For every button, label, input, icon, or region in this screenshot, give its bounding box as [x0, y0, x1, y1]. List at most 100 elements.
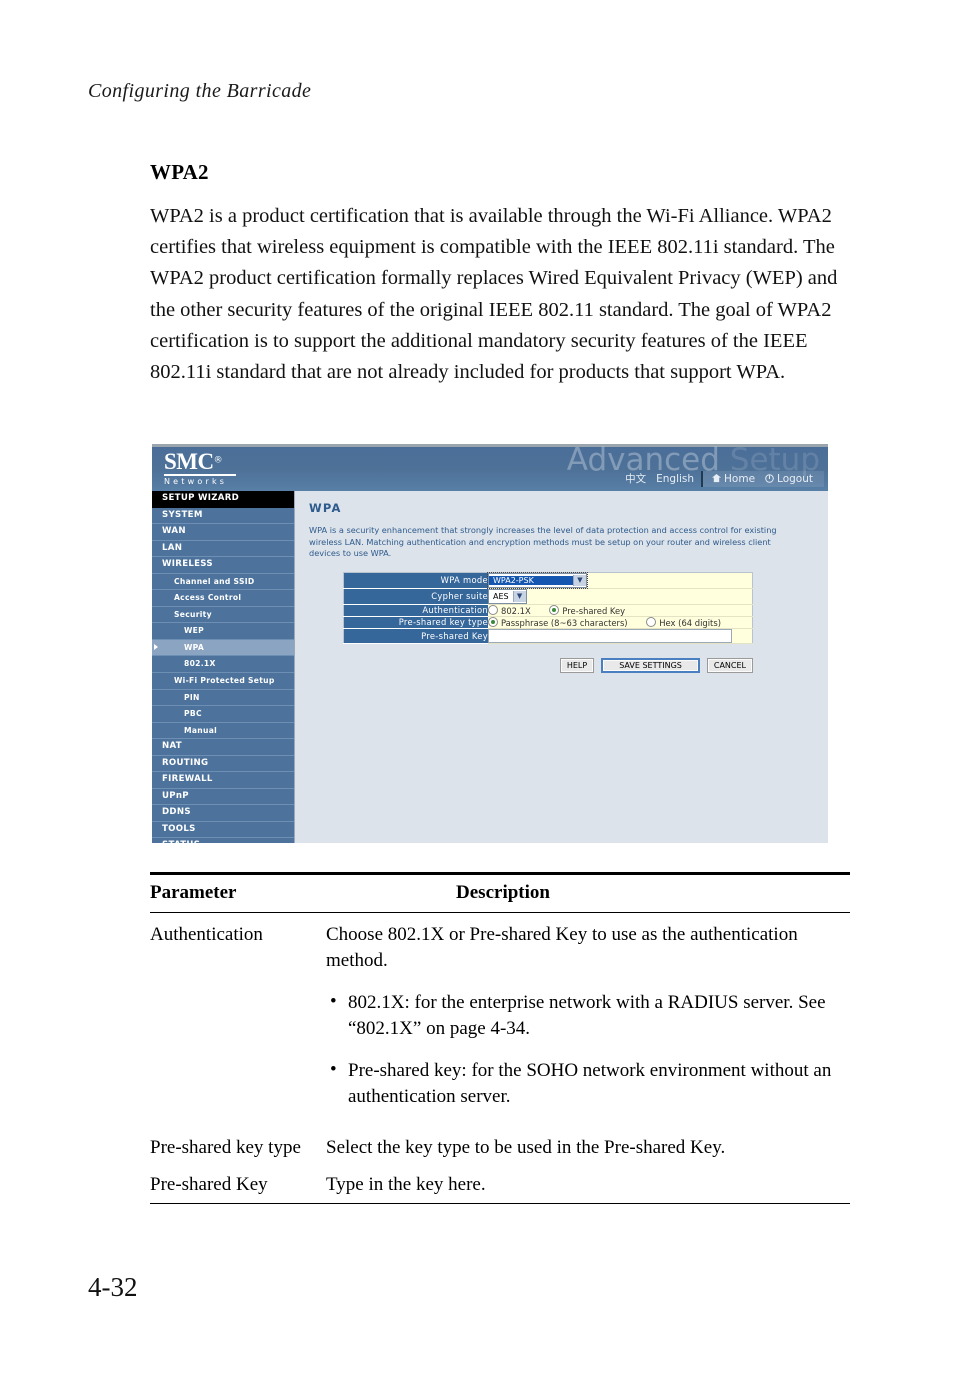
app-banner: SMC® Networks Advanced Setup 中文 English … [152, 444, 828, 491]
parameter-description: Type in the key here. [326, 1172, 850, 1198]
sidebar-item-label: NAT [162, 741, 182, 752]
auth-radio-preshared-key[interactable]: Pre-shared Key [549, 604, 626, 616]
authentication-label: Authentication [343, 604, 488, 617]
table-row: Authentication Choose 802.1X or Pre-share… [150, 913, 850, 1129]
banner-nav: 中文 English Home Logout [620, 469, 824, 488]
sidebar-item-wpa[interactable]: WPA [152, 639, 294, 657]
sidebar-item-system[interactable]: SYSTEM [152, 507, 294, 525]
preshared-key-label: Pre-shared Key [343, 628, 488, 644]
list-item: 802.1X: for the enterprise network with … [326, 989, 850, 1042]
nav-link-english[interactable]: English [651, 471, 699, 487]
page-number: 4-32 [88, 1272, 138, 1302]
logo-subtitle: Networks [164, 477, 228, 486]
running-head-text: Configuring the Barricade [88, 80, 312, 102]
sidebar-item-setup-wizard[interactable]: SETUP WIZARD [152, 491, 294, 508]
sidebar-item-label: WIRELESS [162, 559, 213, 570]
sidebar-item-manual[interactable]: Manual [152, 722, 294, 740]
psk-type-radio-passphrase[interactable]: Passphrase (8~63 characters) [488, 616, 630, 628]
sidebar-item-upnp[interactable]: UPnP [152, 788, 294, 806]
nav-link-logout[interactable]: Logout [760, 473, 818, 485]
form-row-wpa-mode: WPA mode WPA2-PSK ▼ [343, 571, 753, 589]
sidebar-item-wireless[interactable]: WIRELESS [152, 557, 294, 574]
sidebar-item-label: DDNS [162, 807, 191, 818]
cancel-button[interactable]: CANCEL [706, 657, 753, 673]
auth-radio-8021x[interactable]: 802.1X [488, 604, 533, 616]
authentication-value-cell: 802.1X Pre-shared Key [488, 604, 753, 617]
cypher-suite-label: Cypher suite [343, 588, 488, 605]
sidebar-item-firewall[interactable]: FIREWALL [152, 772, 294, 789]
radio-button-selected-icon [488, 616, 498, 627]
auth-radio-8021x-label: 802.1X [501, 605, 531, 616]
logo-wordmark: SMC [164, 449, 214, 474]
sidebar-item-label: LAN [162, 542, 183, 553]
sidebar-item-label: WEP [184, 626, 205, 636]
sidebar-item-access-control[interactable]: Access Control [152, 590, 294, 607]
radio-button-selected-icon [549, 604, 560, 615]
help-button[interactable]: HELP [559, 657, 595, 673]
nav-link-home-label: Home [724, 472, 756, 485]
sidebar-item-label: Channel and SSID [174, 576, 255, 586]
logo-rule [164, 474, 236, 476]
table-row: Pre-shared Key Type in the key here. [150, 1166, 850, 1203]
page-title: WPA2 [150, 160, 209, 184]
panel-title: WPA [309, 501, 342, 515]
parameter-description: Choose 802.1X or Pre-shared Key to use a… [326, 922, 850, 1126]
app-body: SETUP WIZARD SYSTEM WAN LAN WIRELESS Channel … [152, 491, 828, 843]
sidebar-item-security[interactable]: Security [152, 606, 294, 624]
sidebar-item-channel-and-ssid[interactable]: Channel and SSID [152, 573, 294, 591]
smc-logo: SMC® Networks [164, 449, 236, 486]
logout-icon [765, 474, 774, 483]
sidebar-item-802-1x[interactable]: 802.1X [152, 656, 294, 674]
sidebar-item-label: Access Control [174, 593, 242, 603]
body-content: WPA2 WPA2 is a product certification tha… [150, 160, 850, 388]
sidebar-item-label: Wi-Fi Protected Setup [174, 676, 275, 686]
psk-type-radio-hex[interactable]: Hex (64 digits) [646, 616, 721, 628]
sidebar-item-lan[interactable]: LAN [152, 540, 294, 558]
wpa-mode-selected-value: WPA2-PSK [489, 575, 573, 585]
running-head: Configuring the Barricade [88, 80, 311, 103]
chevron-down-icon: ▼ [512, 590, 526, 602]
section-paragraph: WPA2 is a product certification that is … [150, 205, 838, 384]
psk-type-radio-passphrase-label: Passphrase (8~63 characters) [501, 617, 628, 628]
selected-arrow-icon [154, 643, 158, 650]
nav-link-chinese[interactable]: 中文 [620, 469, 651, 488]
table-bottom-rule [150, 1203, 850, 1204]
sidebar-item-label: STATUS [162, 840, 200, 843]
sidebar-item-ddns[interactable]: DDNS [152, 805, 294, 822]
psk-type-radio-hex-label: Hex (64 digits) [659, 617, 721, 628]
sidebar-item-status[interactable]: STATUS [152, 838, 294, 843]
sidebar-item-routing[interactable]: ROUTING [152, 755, 294, 773]
sidebar-item-nat[interactable]: NAT [152, 739, 294, 756]
sidebar-item-label: SYSTEM [162, 509, 203, 520]
cypher-suite-value-cell: AES ▼ [488, 588, 753, 605]
sidebar-item-wan[interactable]: WAN [152, 524, 294, 541]
psk-type-value-cell: Passphrase (8~63 characters) Hex (64 dig… [488, 616, 753, 629]
wpa-mode-select[interactable]: WPA2-PSK ▼ [487, 571, 588, 589]
save-settings-button[interactable]: SAVE SETTINGS [601, 657, 700, 673]
sidebar-item-wep[interactable]: WEP [152, 623, 294, 640]
auth-radio-preshared-key-label: Pre-shared Key [562, 605, 626, 616]
sidebar-item-label: WPA [184, 642, 205, 652]
list-item: Pre-shared key: for the SOHO network env… [326, 1057, 850, 1110]
preshared-key-value-cell [488, 628, 753, 644]
chevron-down-icon: ▼ [573, 574, 586, 586]
wpa-mode-value-cell: WPA2-PSK ▼ [487, 571, 753, 589]
banner-top-strip [152, 444, 828, 447]
nav-link-home[interactable]: Home [707, 473, 760, 485]
sidebar-item-label: Manual [184, 725, 218, 735]
sidebar-item-wi-fi-protected-setup[interactable]: Wi-Fi Protected Setup [152, 673, 294, 690]
panel-description: WPA is a security enhancement that stron… [309, 525, 777, 558]
column-header-parameter: Parameter [150, 882, 237, 903]
cypher-suite-select[interactable]: AES ▼ [488, 588, 527, 604]
parameter-description: Select the key type to be used in the Pr… [326, 1135, 850, 1161]
radio-button-icon [646, 616, 657, 627]
sidebar-item-pin[interactable]: PIN [152, 689, 294, 707]
nav-right-group: Home Logout [701, 470, 824, 487]
sidebar-item-label: SETUP WIZARD [162, 493, 240, 503]
parameter-name: Pre-shared Key [150, 1174, 268, 1195]
form-row-cypher-suite: Cypher suite AES ▼ [343, 588, 753, 605]
preshared-key-input[interactable] [488, 628, 732, 643]
sidebar-item-pbc[interactable]: PBC [152, 706, 294, 723]
sidebar-item-tools[interactable]: TOOLS [152, 821, 294, 839]
cypher-suite-selected-value: AES [493, 591, 509, 601]
